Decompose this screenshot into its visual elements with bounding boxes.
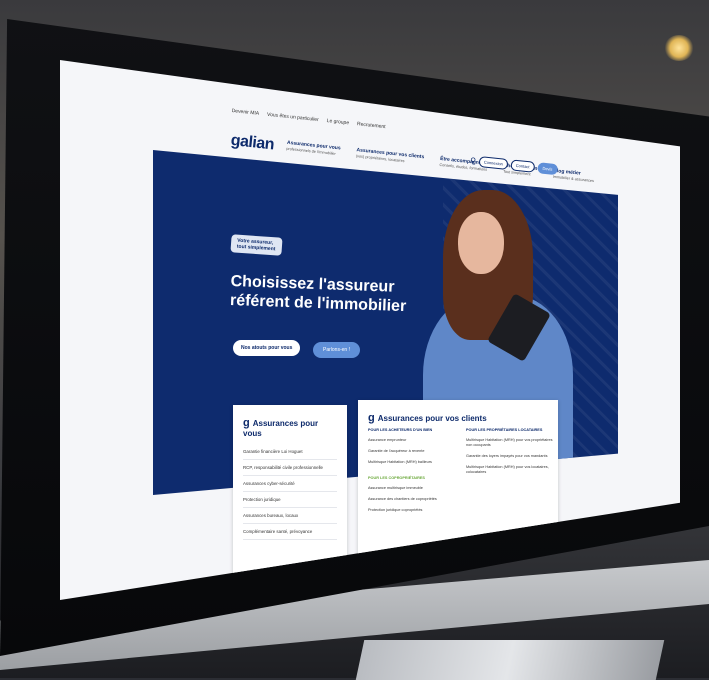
list-item[interactable]: Assurance multirisque immeuble bbox=[368, 483, 458, 494]
search-icon[interactable]: ⚲ bbox=[470, 156, 477, 166]
topnav-devenir[interactable]: Devenir MIA bbox=[231, 108, 259, 117]
list-item[interactable]: RCP, responsabilité civile professionnel… bbox=[243, 460, 337, 476]
devis-button[interactable]: Devis bbox=[536, 162, 559, 176]
list-item[interactable]: Multirisque Habitation (MRH) pour vos pr… bbox=[466, 435, 556, 451]
menu-blog[interactable]: Blog métier Immobilier & assurances bbox=[552, 168, 595, 184]
hero-woman-face bbox=[458, 212, 504, 274]
card-left-title: g Assurances pour vous bbox=[243, 417, 319, 438]
list-item[interactable]: Garantie financière Loi Hoguet bbox=[243, 444, 337, 460]
hero-headline: Choisissez l'assureur référent de l'immo… bbox=[229, 272, 407, 316]
list-item[interactable]: Assurances bureaux, locaux bbox=[243, 508, 337, 524]
hero-bubble: Votre assureur, tout simplement bbox=[230, 234, 283, 256]
list-item[interactable]: Garantie de l'acquéreur à revente bbox=[368, 446, 458, 457]
list-item[interactable]: Assurance emprunteur bbox=[368, 435, 458, 446]
list-item[interactable]: Multirisque Habitation (MRH) bailleurs bbox=[368, 457, 458, 468]
list-item[interactable]: Multirisque Habitation (MRH) pour vos lo… bbox=[466, 462, 556, 478]
galian-logo[interactable]: galian bbox=[230, 132, 275, 154]
topnav-particulier[interactable]: Vous êtes un particulier bbox=[267, 112, 319, 123]
col-acheteurs: POUR LES ACHETEURS D'UN BIEN Assurance e… bbox=[368, 428, 458, 516]
list-item[interactable]: Complémentaire santé, prévoyance bbox=[243, 524, 337, 540]
list-item[interactable]: Assurances cyber-sécurité bbox=[243, 476, 337, 492]
list-item[interactable]: Protection juridique copropriétés bbox=[368, 505, 458, 516]
galian-g-icon: g bbox=[368, 412, 375, 424]
col-proprietaires: POUR LES PROPRIÉTAIRES LOCATAIRES Multir… bbox=[466, 428, 556, 478]
topnav-recrutement[interactable]: Recrutement bbox=[357, 121, 386, 130]
top-nav: Devenir MIA Vous êtes un particulier Le … bbox=[231, 108, 385, 130]
contact-button[interactable]: Contact bbox=[510, 159, 536, 173]
ceiling-lamp bbox=[664, 35, 694, 61]
monitor-stand bbox=[355, 640, 665, 680]
card-right-title: g Assurances pour vos clients bbox=[368, 412, 487, 424]
list-item[interactable]: Assurance des chantiers de copropriétés bbox=[368, 494, 458, 505]
parlons-en-button[interactable]: Parlons-en ! bbox=[313, 342, 360, 358]
menu-assurances-clients[interactable]: Assurances pour vos clients (vos) proprié… bbox=[356, 147, 425, 166]
list-item[interactable]: Protection juridique bbox=[243, 492, 337, 508]
galian-g-icon: g bbox=[243, 417, 250, 429]
list-item[interactable]: Garantie des loyers impayés pour vos man… bbox=[466, 451, 556, 462]
nos-atouts-button[interactable]: Nos atouts pour vous bbox=[233, 340, 301, 356]
topnav-groupe[interactable]: Le groupe bbox=[326, 118, 349, 126]
menu-assurances-vous[interactable]: Assurances pour vous professionnels de l'… bbox=[286, 140, 341, 158]
